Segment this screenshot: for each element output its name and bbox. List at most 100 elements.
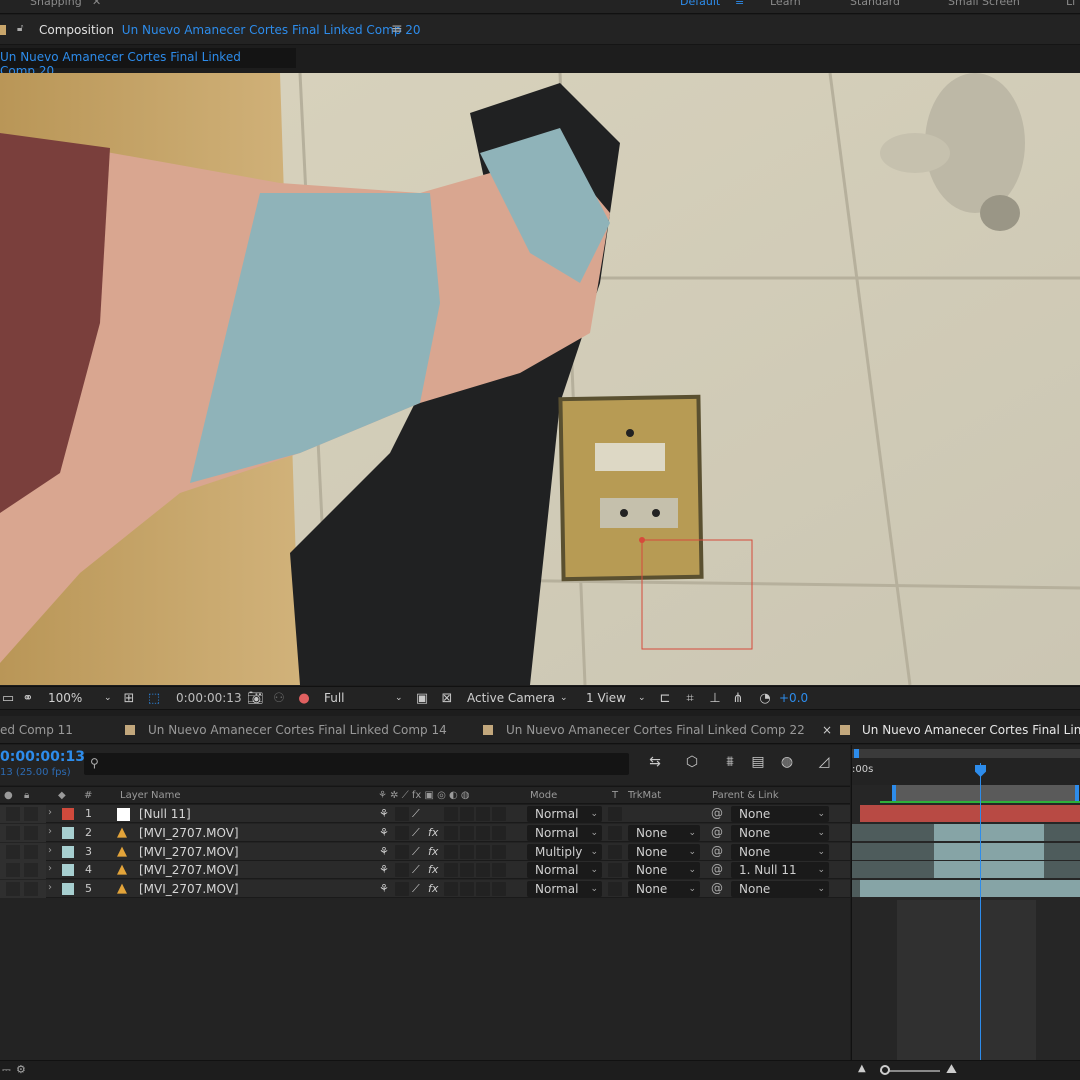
viewer-timecode[interactable]: 0:00:00:13 (176, 691, 242, 705)
effects-icon[interactable]: fx (428, 845, 438, 858)
resolution-dropdown[interactable]: Full (324, 691, 345, 705)
collapse-switch[interactable] (395, 863, 409, 878)
visibility-toggle[interactable] (6, 807, 20, 821)
trkmat-dropdown[interactable]: None ⌄ (628, 862, 700, 879)
parent-pickwhip-icon[interactable]: @ (711, 862, 723, 876)
parent-pickwhip-icon[interactable]: @ (711, 881, 723, 895)
lock-toggle[interactable] (24, 825, 38, 840)
trkmat-dropdown[interactable]: None ⌄ (628, 824, 700, 841)
shy-icon[interactable]: ⚘ (379, 807, 389, 820)
composition-viewer[interactable] (0, 73, 1080, 685)
zoom-out-icon[interactable]: ▲ (858, 1063, 866, 1074)
color-channels-icon[interactable]: ● (296, 691, 312, 707)
mode-dropdown[interactable]: Normal ⌄ (527, 824, 602, 841)
3d-layer-switch[interactable] (492, 825, 506, 840)
motion-blur-switch[interactable] (460, 863, 474, 878)
layer-label-color[interactable] (62, 883, 74, 896)
motion-blur-icon[interactable]: ◍ (777, 754, 797, 774)
adjustment-switch[interactable] (476, 825, 490, 840)
workspace-default[interactable]: Default (680, 0, 720, 8)
visibility-column-icon[interactable]: ● (4, 790, 13, 801)
effects-icon[interactable]: fx (428, 863, 438, 876)
layer-label-color[interactable] (62, 864, 74, 877)
snapshot-camera-icon[interactable]: 📷︎ (247, 691, 264, 707)
parent-dropdown[interactable]: None ⌄ (731, 881, 829, 898)
layer-duration-bar[interactable] (852, 842, 934, 860)
resolution-chevron-down-icon[interactable]: ⌄ (395, 693, 403, 703)
collapse-switch[interactable] (395, 807, 409, 821)
parent-dropdown[interactable]: None ⌄ (731, 806, 829, 822)
motion-blur-switch[interactable] (460, 825, 474, 840)
parent-pickwhip-icon[interactable]: @ (711, 806, 723, 820)
quality-icon[interactable]: ⟋ (412, 845, 420, 859)
parent-link-column[interactable]: Parent & Link (712, 790, 779, 801)
layer-name[interactable]: [Null 11] (139, 807, 191, 821)
shy-icon[interactable]: ⚘ (379, 845, 389, 858)
number-column[interactable]: # (84, 790, 92, 801)
mode-dropdown[interactable]: Normal ⌄ (527, 881, 602, 898)
show-snapshot-icon[interactable]: ⚇ (271, 691, 287, 707)
lock-toggle[interactable] (24, 844, 38, 859)
trkmat-column[interactable]: TrkMat (628, 790, 661, 801)
mode-column[interactable]: Mode (530, 790, 557, 801)
t-column[interactable]: T (612, 790, 618, 801)
layer-name[interactable]: [MVI_2707.MOV] (139, 863, 239, 877)
zoom-dropdown[interactable]: 100% (48, 691, 82, 705)
views-chevron-down-icon[interactable]: ⌄ (638, 693, 646, 703)
preserve-transparency-switch[interactable] (608, 807, 622, 821)
label-column-icon[interactable]: ◆ (58, 790, 66, 801)
time-navigator[interactable] (852, 749, 1080, 758)
expand-chevron-icon[interactable]: › (48, 826, 52, 837)
tab-close-icon[interactable]: × (822, 723, 832, 737)
preserve-transparency-switch[interactable] (608, 825, 622, 840)
snapping-label[interactable]: Snapping (30, 0, 82, 8)
transparency-grid-icon[interactable]: ⊠ (439, 691, 455, 707)
layer-name[interactable]: [MVI_2707.MOV] (139, 882, 239, 896)
shy-icon[interactable]: ⚘ (379, 882, 389, 895)
parent-pickwhip-icon[interactable]: @ (711, 844, 723, 858)
preserve-transparency-switch[interactable] (608, 844, 622, 859)
preserve-transparency-switch[interactable] (608, 882, 622, 897)
comp-mini-flowchart-icon[interactable]: ⇆ (645, 754, 665, 774)
visibility-toggle[interactable] (6, 825, 20, 840)
frame-blend-switch[interactable] (444, 844, 458, 859)
trkmat-dropdown[interactable]: None ⌄ (628, 881, 700, 898)
collapse-switch[interactable] (395, 882, 409, 897)
zoom-in-icon[interactable]: ⛰ (946, 1062, 957, 1077)
layer-row[interactable]: › 2 ▲ [MVI_2707.MOV] ⚘ ⟋ fx Normal ⌄ None ⌄ @ None ⌄ (0, 823, 850, 842)
mask-view-icon[interactable]: ⚭ (20, 691, 36, 707)
frame-blend-switch[interactable] (444, 825, 458, 840)
adjustment-switch[interactable] (476, 863, 490, 878)
layer-label-color[interactable] (62, 845, 74, 858)
mode-dropdown[interactable]: Multiply ⌄ (527, 843, 602, 860)
layer-duration-bar[interactable] (860, 880, 1080, 898)
parent-dropdown[interactable]: None ⌄ (731, 843, 829, 860)
layer-label-color[interactable] (62, 808, 74, 820)
layer-name[interactable]: [MVI_2707.MOV] (139, 826, 239, 840)
adjustment-switch[interactable] (476, 844, 490, 859)
layer-duration-bar[interactable] (934, 823, 1044, 841)
tab-comp-20[interactable]: Un Nuevo Amanecer Cortes Final Linked (862, 723, 1080, 737)
flowchart-icon[interactable]: ⋔ (730, 691, 746, 707)
layer-duration-bar[interactable] (852, 861, 934, 879)
shy-icon[interactable]: ⚘ (379, 863, 389, 876)
expand-chevron-icon[interactable]: › (48, 863, 52, 874)
work-area-start-handle[interactable] (892, 785, 896, 801)
layer-row[interactable]: › 5 ▲ [MVI_2707.MOV] ⚘ ⟋ fx Normal ⌄ None ⌄ @ None ⌄ (0, 880, 850, 899)
visibility-toggle[interactable] (6, 844, 20, 859)
monitor-icon[interactable]: ▭ (0, 691, 16, 707)
switches-column-icons[interactable]: ⚘ ✲ ⟋ fx ▣ ◎ ◐ ◍ (378, 790, 470, 801)
parent-pickwhip-icon[interactable]: @ (711, 825, 723, 839)
expand-chevron-icon[interactable]: › (48, 882, 52, 893)
motion-blur-switch[interactable] (460, 844, 474, 859)
exposure-value[interactable]: +0.0 (779, 691, 808, 705)
layer-name-column[interactable]: Layer Name (120, 790, 181, 801)
lock-toggle[interactable] (24, 882, 38, 897)
views-dropdown[interactable]: 1 View (586, 691, 626, 705)
camera-chevron-down-icon[interactable]: ⌄ (560, 693, 568, 703)
quality-icon[interactable]: ⟋ (412, 807, 420, 821)
motion-blur-switch[interactable] (460, 882, 474, 897)
layer-label-color[interactable] (62, 826, 74, 839)
time-navigator-start-handle[interactable] (854, 749, 859, 758)
current-time-display[interactable]: 0:00:00:13 (0, 749, 85, 765)
